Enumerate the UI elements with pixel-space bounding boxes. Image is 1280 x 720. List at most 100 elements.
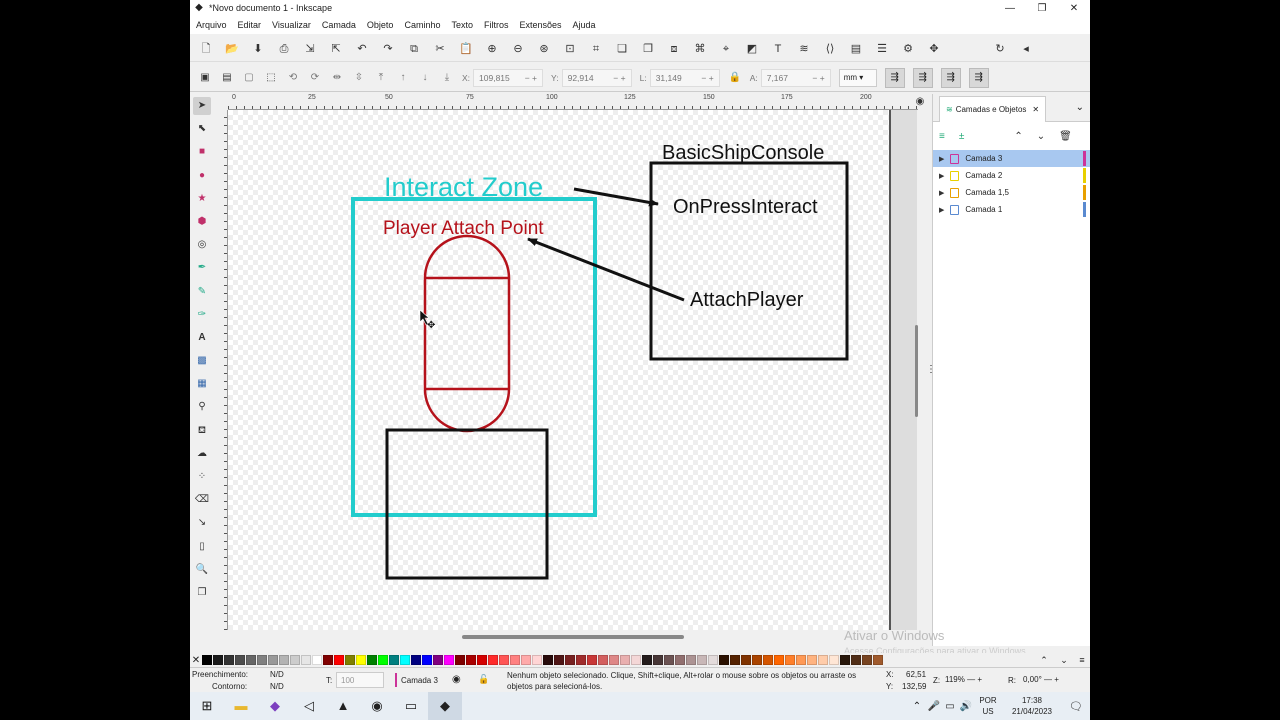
rotation-field[interactable]: 0,00° — +: [1020, 673, 1086, 688]
node-tool-icon[interactable]: ⬉: [193, 120, 211, 138]
color-swatch[interactable]: [708, 655, 718, 665]
palette-scroll-up-icon[interactable]: ⌃: [1034, 655, 1054, 666]
color-swatch[interactable]: [290, 655, 300, 665]
new-document-icon[interactable]: 🗋: [198, 41, 214, 57]
layer-lock-icon[interactable]: 🔓: [478, 674, 489, 685]
lock-proportions-icon[interactable]: 🔒: [728, 71, 742, 85]
color-swatch[interactable]: [807, 655, 817, 665]
duplicate-icon[interactable]: ❏: [614, 41, 630, 57]
interact-zone-label[interactable]: Interact Zone: [384, 172, 543, 202]
color-swatch[interactable]: [763, 655, 773, 665]
color-swatch[interactable]: [367, 655, 377, 665]
scale-stroke-button[interactable]: ⇶: [884, 67, 905, 88]
bezier-tool-icon[interactable]: ✒: [193, 259, 211, 277]
redo-icon[interactable]: ↷: [380, 41, 396, 57]
ship-console-label[interactable]: BasicShipConsole: [662, 142, 824, 164]
zoom-tool-icon[interactable]: 🔍: [193, 561, 211, 579]
color-swatch[interactable]: [378, 655, 388, 665]
unity-icon[interactable]: ◁: [292, 692, 326, 720]
stroke-value[interactable]: N/D: [270, 682, 284, 691]
color-swatch[interactable]: [631, 655, 641, 665]
network-icon[interactable]: ▭: [942, 701, 958, 712]
open-icon[interactable]: 📂: [224, 41, 240, 57]
zoom-selection-icon[interactable]: ⊛: [536, 41, 552, 57]
menu-camada[interactable]: Camada: [322, 20, 356, 30]
microphone-icon[interactable]: 🎤: [926, 701, 942, 712]
horizontal-scrollbar[interactable]: [462, 635, 684, 639]
color-swatch[interactable]: [851, 655, 861, 665]
cut-icon[interactable]: ✂: [432, 41, 448, 57]
color-swatch[interactable]: [697, 655, 707, 665]
zoom-field[interactable]: 119% — +: [942, 673, 992, 688]
tab-layers-objects[interactable]: ≋ Camadas e Objetos ✕: [939, 95, 1047, 122]
panel-menu-icon[interactable]: ⌄: [1076, 102, 1084, 113]
ellipse-tool-icon[interactable]: ●: [193, 167, 211, 185]
pages-tool-icon[interactable]: ▯: [193, 538, 211, 556]
interact-zone-rect[interactable]: [351, 197, 597, 517]
color-swatch[interactable]: [576, 655, 586, 665]
color-swatch[interactable]: [356, 655, 366, 665]
zoom-page-icon[interactable]: ⊡: [562, 41, 578, 57]
lower-icon[interactable]: ↓: [418, 71, 432, 85]
tweak-tool-icon[interactable]: ☁: [193, 445, 211, 463]
player-capsule[interactable]: [423, 234, 511, 433]
color-swatch[interactable]: [598, 655, 608, 665]
gradient-tool-icon[interactable]: ▩: [193, 352, 211, 370]
file-explorer-icon[interactable]: ▬: [224, 692, 258, 720]
scale-corners-button[interactable]: ⇶: [912, 67, 933, 88]
menu-arquivo[interactable]: Arquivo: [196, 20, 227, 30]
lower-to-bottom-icon[interactable]: ⤓: [440, 71, 454, 85]
transform-patterns-button[interactable]: ⇶: [968, 67, 989, 88]
fill-stroke-icon[interactable]: ◩: [744, 41, 760, 57]
paste-icon[interactable]: 📋: [458, 41, 474, 57]
height-field[interactable]: 7,167 − +: [760, 68, 831, 87]
color-swatch[interactable]: [433, 655, 443, 665]
layer-row[interactable]: ▶ Camada 3: [933, 150, 1090, 167]
color-swatch[interactable]: [422, 655, 432, 665]
color-swatch[interactable]: [455, 655, 465, 665]
vertical-scrollbar[interactable]: [915, 325, 918, 417]
base-rect[interactable]: [385, 428, 549, 580]
color-swatch[interactable]: [312, 655, 322, 665]
opacity-field[interactable]: 100: [336, 672, 384, 688]
spiral-tool-icon[interactable]: ◎: [193, 236, 211, 254]
layer-tree-icon[interactable]: ≡: [939, 131, 945, 142]
menu-filtros[interactable]: Filtros: [484, 20, 509, 30]
tray-chevron-icon[interactable]: ⌃: [908, 701, 926, 712]
attach-arrow[interactable]: [527, 237, 685, 302]
color-swatch[interactable]: [752, 655, 762, 665]
zoom-lock-icon[interactable]: ◉: [912, 94, 928, 110]
fill-value[interactable]: N/D: [270, 670, 284, 679]
expand-icon[interactable]: ▶: [939, 155, 944, 163]
color-swatch[interactable]: [873, 655, 883, 665]
obs-icon[interactable]: ◉: [360, 692, 394, 720]
zoom-out-icon[interactable]: ⊖: [510, 41, 526, 57]
color-swatch[interactable]: [620, 655, 630, 665]
color-swatch[interactable]: [279, 655, 289, 665]
select-all-icon[interactable]: ▣: [198, 71, 212, 85]
y-field[interactable]: 92,914 − +: [561, 68, 632, 87]
color-swatch[interactable]: [609, 655, 619, 665]
color-swatch[interactable]: [642, 655, 652, 665]
color-swatch[interactable]: [840, 655, 850, 665]
spray-tool-icon[interactable]: ⁘: [193, 468, 211, 486]
color-swatch[interactable]: [719, 655, 729, 665]
volume-icon[interactable]: 🔊: [958, 701, 974, 712]
menu-texto[interactable]: Texto: [451, 20, 473, 30]
deselect-icon[interactable]: ▢: [242, 71, 256, 85]
close-icon[interactable]: ✕: [1058, 3, 1090, 14]
menu-caminho[interactable]: Caminho: [404, 20, 440, 30]
minimize-icon[interactable]: —: [994, 3, 1026, 14]
player-attach-label[interactable]: Player Attach Point: [383, 218, 544, 239]
color-swatch[interactable]: [345, 655, 355, 665]
menu-editar[interactable]: Editar: [238, 20, 262, 30]
color-swatch[interactable]: [796, 655, 806, 665]
save-icon[interactable]: ⬇: [250, 41, 266, 57]
inkscape-taskbar-icon[interactable]: ◆: [428, 692, 462, 720]
color-swatch[interactable]: [334, 655, 344, 665]
expand-icon[interactable]: ▶: [939, 206, 944, 214]
palette-menu-icon[interactable]: ≡: [1074, 655, 1090, 665]
layer-visibility-icon[interactable]: ◉: [452, 674, 461, 685]
document-properties-icon[interactable]: ✥: [926, 41, 942, 57]
raise-icon[interactable]: ↑: [396, 71, 410, 85]
